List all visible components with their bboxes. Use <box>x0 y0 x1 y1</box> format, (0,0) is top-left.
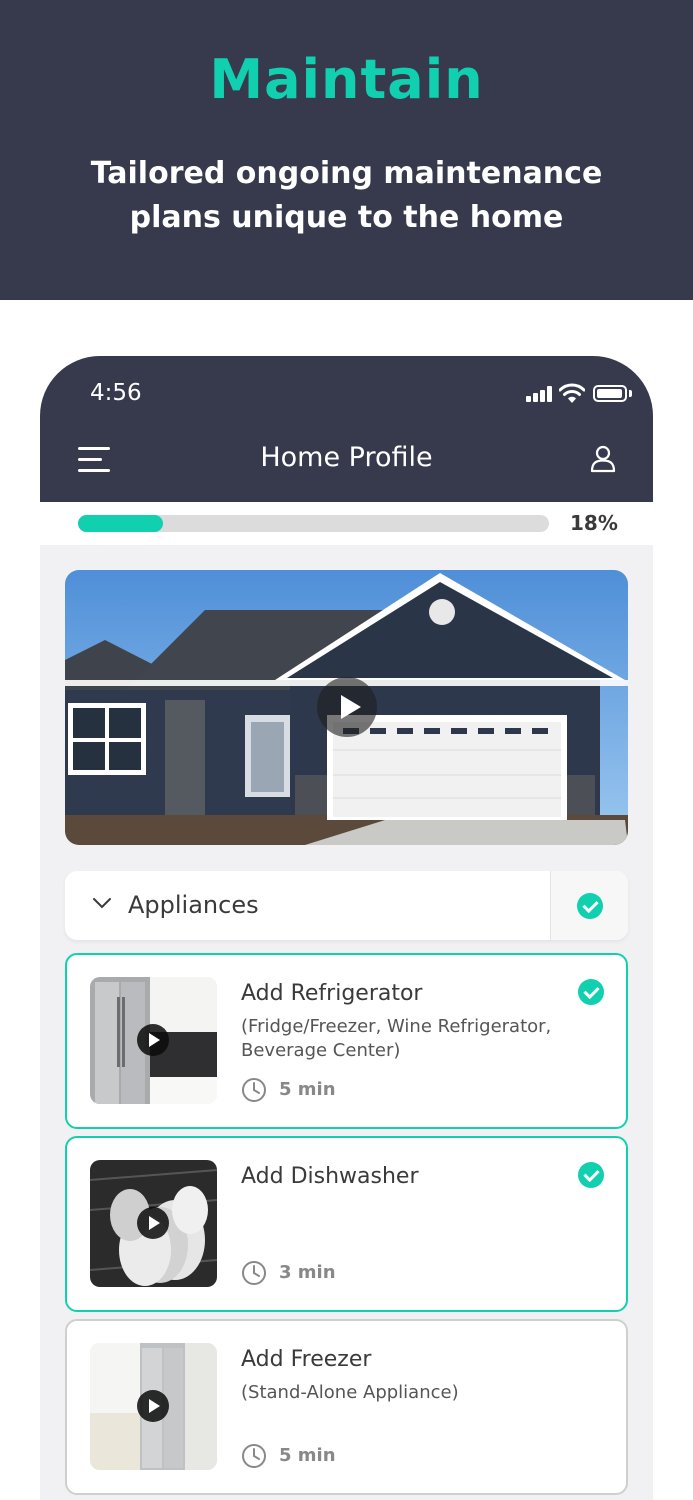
battery-icon <box>593 385 627 402</box>
category-appliances[interactable]: Appliances <box>65 871 628 940</box>
app-header: 4:56 Home Profile <box>40 356 653 502</box>
play-icon[interactable] <box>137 1024 169 1056</box>
battery-tip <box>629 390 632 397</box>
banner-title: Maintain <box>209 48 484 111</box>
clock-icon <box>242 1078 266 1102</box>
clock-icon <box>242 1444 266 1468</box>
promo-banner: Maintain Tailored ongoing maintenance pl… <box>0 0 693 300</box>
item-subtitle: (Stand-Alone Appliance) <box>241 1382 459 1403</box>
item-title: Add Freezer <box>241 1347 372 1372</box>
item-subtitle: (Fridge/Freezer, Wine Refrigerator, Beve… <box>241 1016 552 1061</box>
play-icon[interactable] <box>317 677 377 737</box>
page-title: Home Profile <box>260 442 433 473</box>
item-card-refrigerator[interactable]: Add Refrigerator (Fridge/Freezer, Wine R… <box>65 953 628 1129</box>
check-circle-icon <box>578 1162 604 1188</box>
item-duration: 5 min <box>279 1079 336 1100</box>
item-duration: 3 min <box>279 1262 336 1283</box>
chevron-down-icon <box>93 898 111 909</box>
clock-icon <box>242 1261 266 1285</box>
item-thumbnail[interactable] <box>90 1160 217 1287</box>
play-icon[interactable] <box>137 1207 169 1239</box>
cellular-signal-icon <box>526 386 554 402</box>
check-circle-icon <box>577 893 603 919</box>
category-label: Appliances <box>128 891 259 919</box>
item-card-dishwasher[interactable]: Add Dishwasher 3 min <box>65 1136 628 1312</box>
progress-fill <box>78 515 163 532</box>
item-thumbnail[interactable] <box>90 1343 217 1470</box>
item-duration: 5 min <box>279 1445 336 1466</box>
progress-bar <box>78 515 549 532</box>
item-card-freezer[interactable]: Add Freezer (Stand-Alone Appliance) 5 mi… <box>65 1319 628 1495</box>
phone-mockup: 4:56 Home Profile 18% Appliances Add Ref… <box>40 356 653 1500</box>
banner-subtitle: Tailored ongoing maintenance plans uniqu… <box>90 156 603 235</box>
progress-section: 18% <box>40 502 653 545</box>
user-icon[interactable] <box>590 445 616 473</box>
item-thumbnail[interactable] <box>90 977 217 1104</box>
status-time: 4:56 <box>90 380 142 406</box>
item-title: Add Refrigerator <box>241 981 423 1006</box>
check-circle-icon <box>578 979 604 1005</box>
item-title: Add Dishwasher <box>241 1164 419 1189</box>
home-video-thumbnail[interactable] <box>65 570 628 845</box>
progress-percent: 18% <box>570 511 618 535</box>
wifi-icon <box>559 383 585 403</box>
category-status <box>550 871 628 940</box>
play-icon[interactable] <box>137 1390 169 1422</box>
